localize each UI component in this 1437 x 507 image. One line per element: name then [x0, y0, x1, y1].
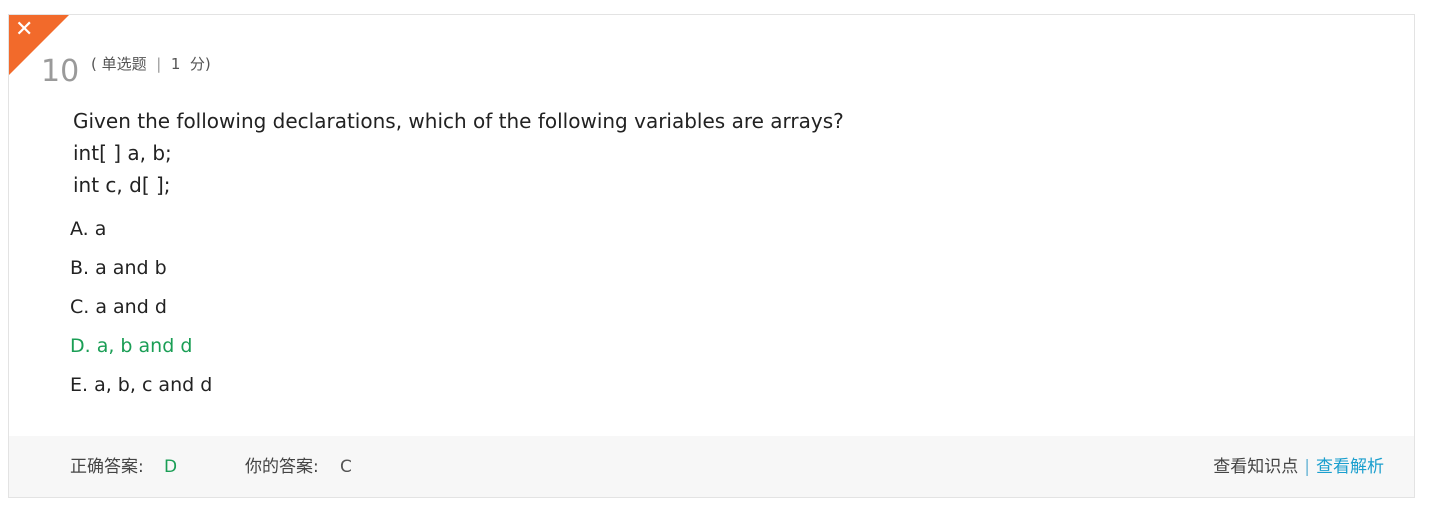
- option-a[interactable]: A. a: [70, 213, 212, 252]
- stem-code-line: int c, d[ ];: [73, 173, 171, 197]
- option-b[interactable]: B. a and b: [70, 252, 212, 291]
- footer-links: 查看知识点 | 查看解析: [1213, 456, 1384, 478]
- question-type: 单选题: [101, 55, 147, 73]
- close-icon: ✕: [15, 17, 34, 42]
- stem-code-line: int[ ] a, b;: [73, 141, 172, 165]
- your-answer-label: 你的答案:: [245, 457, 319, 477]
- view-analysis-link[interactable]: 查看解析: [1316, 457, 1384, 477]
- meta-divider: |: [156, 55, 162, 73]
- option-c[interactable]: C. a and d: [70, 291, 212, 330]
- options-list: A. a B. a and b C. a and d D. a, b and d…: [70, 213, 212, 408]
- question-meta: ( 单选题 | 1 分): [91, 53, 211, 75]
- answer-footer: 正确答案: D 你的答案: C 查看知识点 | 查看解析: [9, 436, 1414, 497]
- your-answer-value: C: [340, 457, 352, 477]
- correct-answer-label: 正确答案:: [70, 457, 144, 477]
- meta-open-paren: (: [91, 55, 97, 73]
- view-knowledge-link[interactable]: 查看知识点: [1213, 457, 1298, 477]
- correct-answer-value: D: [164, 457, 178, 477]
- link-divider: |: [1304, 457, 1310, 477]
- option-e[interactable]: E. a, b, c and d: [70, 369, 212, 408]
- question-stem: Given the following declarations, which …: [73, 105, 844, 201]
- stem-line: Given the following declarations, which …: [73, 109, 844, 133]
- question-score-unit: 分): [189, 55, 211, 73]
- question-card: ✕ 10 ( 单选题 | 1 分) Given the following de…: [8, 14, 1415, 498]
- option-d-correct[interactable]: D. a, b and d: [70, 330, 212, 369]
- question-number: 10: [41, 54, 80, 89]
- question-score: 1: [170, 55, 181, 73]
